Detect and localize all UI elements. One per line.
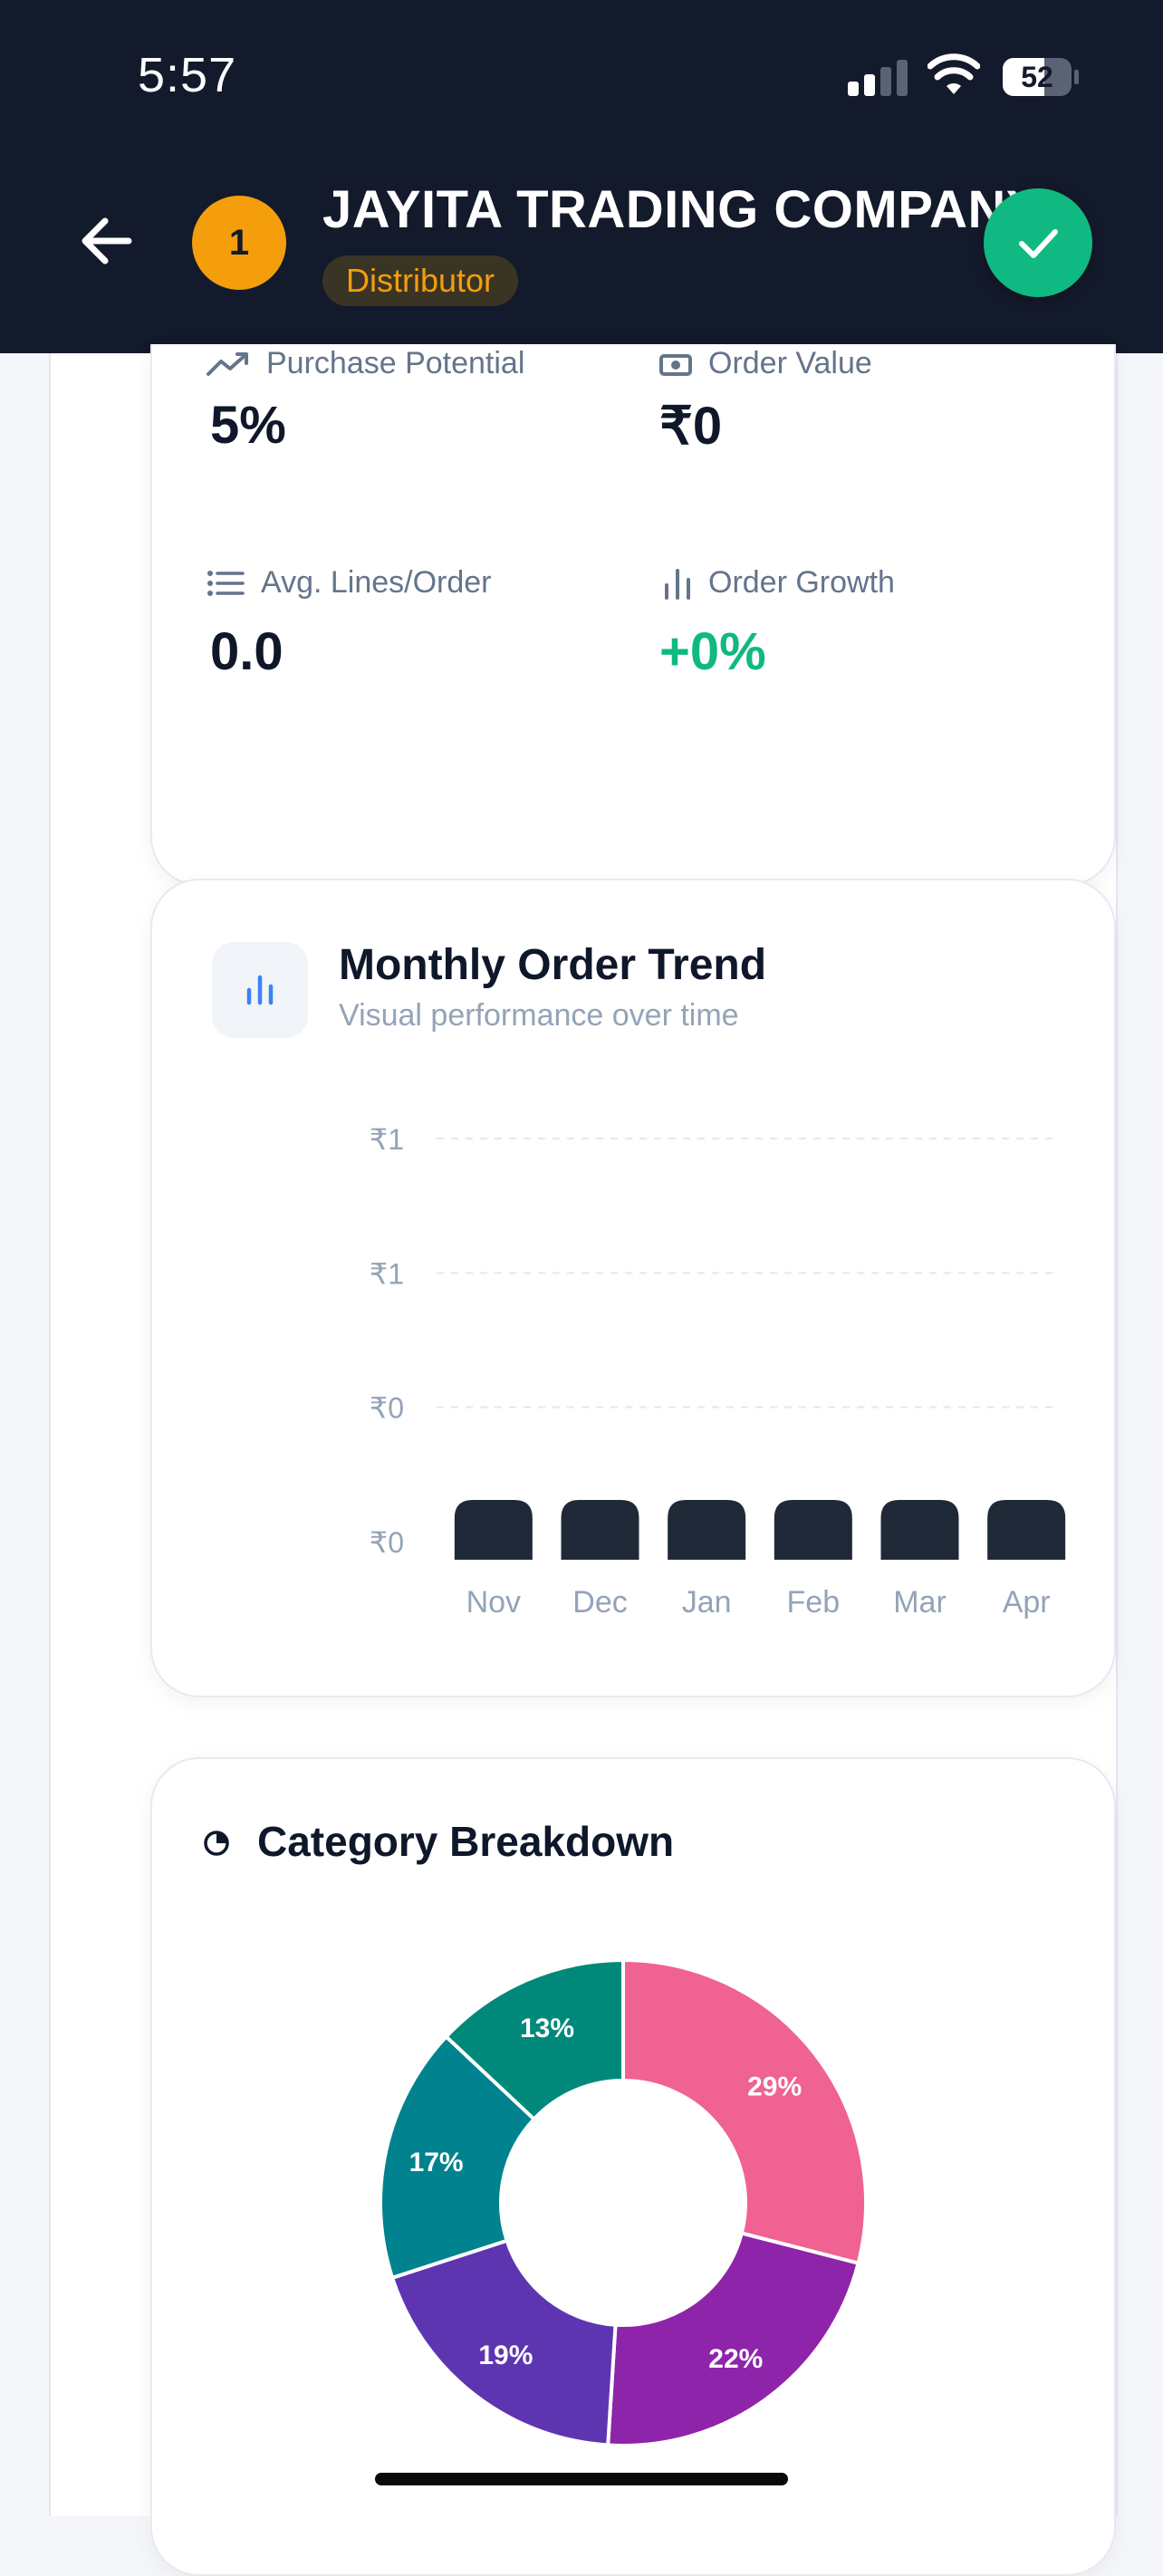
y-tick-label: ₹1 [370,1257,404,1290]
check-icon [1019,229,1058,258]
chart-bar[interactable] [774,1500,852,1560]
slice-label: 29% [747,2071,802,2101]
stat-label-text: Order Growth [708,565,895,600]
wifi-icon [928,53,980,94]
slice-label: 13% [520,2014,574,2043]
slice-label: 17% [409,2148,464,2177]
chart-bar[interactable] [880,1500,959,1560]
category-donut-chart: 29% 22% 19% 17% 13% [379,1957,868,2447]
stat-value: ₹0 [659,397,723,456]
monthly-trend-card: Monthly Order Trend Visual performance o… [150,879,1116,1697]
chart-bar[interactable] [668,1500,746,1560]
customer-badge: 1 [192,196,286,290]
stat-value: 0.0 [210,622,284,681]
battery-indicator: 52 [1002,56,1080,98]
chart-bar[interactable] [561,1500,639,1560]
stats-card: Purchase Potential 5% Order Value ₹0 Avg… [150,344,1116,886]
role-badge: Distributor [322,255,519,306]
monthly-order-chart: ₹1 ₹1 ₹0 ₹0 Nov Dec Jan Feb Mar Apr [370,1123,1066,1620]
stat-order-growth: Order Growth [663,565,895,601]
bar-chart-icon [665,568,690,600]
donut-slice[interactable] [606,2231,861,2447]
x-tick-label: Feb [787,1585,841,1620]
x-tick-label: Apr [1003,1585,1051,1620]
y-tick-label: ₹1 [370,1123,404,1156]
company-name: JAYITA TRADING COMPANY [322,180,1043,239]
slice-label: 22% [708,2344,763,2374]
stat-order-value: Order Value [659,346,872,381]
chart-bar[interactable] [987,1500,1066,1560]
status-time: 5:57 [138,48,237,102]
top-header: 5:57 52 1 JAYITA TRADING COMPANY Distrib… [0,0,1163,353]
stat-value: 5% [210,396,286,455]
stat-avg-lines: Avg. Lines/Order [207,565,492,601]
x-tick-label: Jan [682,1585,732,1620]
signal-icon [848,60,909,96]
stat-label-text: Order Value [708,346,872,380]
category-breakdown-card: Category Breakdown 29% 22% 19% 17% 13% [150,1757,1116,2576]
arrow-left-icon [82,217,132,264]
chart-bar[interactable] [454,1500,533,1560]
home-indicator [375,2473,788,2485]
donut-slice[interactable] [621,1957,868,2266]
content-panel: Purchase Potential 5% Order Value ₹0 Avg… [49,344,1118,2576]
list-icon [207,570,245,596]
stat-label-text: Avg. Lines/Order [261,565,492,600]
stat-purchase-potential: Purchase Potential [207,346,524,381]
x-tick-label: Dec [572,1585,627,1620]
y-tick-label: ₹0 [370,1392,404,1425]
y-tick-label: ₹0 [370,1526,404,1559]
confirm-button[interactable] [984,188,1092,297]
battery-level: 52 [1021,60,1053,93]
stat-value: +0% [659,622,766,681]
x-tick-label: Mar [893,1585,947,1620]
slice-label: 19% [478,2341,533,2370]
x-tick-label: Nov [466,1585,521,1620]
stat-label-text: Purchase Potential [266,346,525,380]
cash-icon [659,353,692,376]
back-button[interactable] [72,207,141,275]
trend-up-icon [207,351,248,376]
